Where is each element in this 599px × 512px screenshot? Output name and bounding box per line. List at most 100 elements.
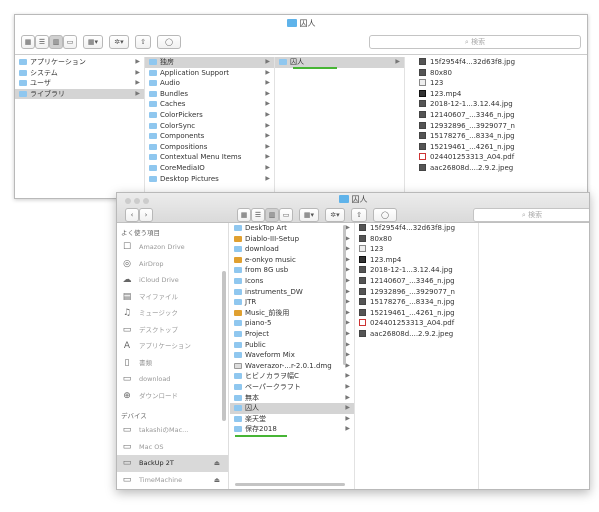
sidebar-item[interactable]: ▤ マイファイル (117, 289, 228, 306)
list-item[interactable]: Diablo-III-Setup ▶ (230, 234, 354, 245)
list-item[interactable]: piano-5 ▶ (230, 318, 354, 329)
file-item[interactable]: 12140607_...3346_n.jpg (355, 276, 478, 287)
list-view-button[interactable]: ☰ (35, 35, 49, 49)
list-item[interactable]: ライブラリ ▶ (15, 88, 144, 100)
list-item[interactable]: ヒビノカラヲ幅C ▶ (230, 371, 354, 382)
list-item[interactable]: Components ▶ (145, 131, 274, 142)
finder-window-back[interactable]: 囚人 ▦ ☰ ▥ ▭ ▦▾ ✲▾ ⇧ ◯ ⌕ 検索 アプリケーション ▶ システム ▶… (14, 14, 588, 199)
sidebar-item[interactable]: ▭ download (117, 371, 228, 388)
list-item[interactable]: ユーザ ▶ (15, 78, 144, 89)
list-item[interactable]: DeskTop Art ▶ (230, 223, 354, 234)
list-item[interactable]: 囚人 ▶ (275, 57, 404, 68)
sidebar-scrollbar[interactable] (222, 271, 226, 421)
share-icon[interactable]: ⇧ (135, 35, 151, 49)
file-item[interactable]: aac26808d....2.9.2.jpeg (415, 163, 587, 174)
file-item[interactable]: 024401253313_A04.pdf (355, 318, 478, 329)
sidebar-item[interactable]: ▭ takashiのMac... (117, 422, 228, 439)
list-item[interactable]: 保存2018 ▶ (230, 424, 354, 435)
back-button[interactable]: ‹ (125, 208, 139, 222)
list-item[interactable]: Application Support ▶ (145, 68, 274, 79)
file-item[interactable]: 123 (355, 244, 478, 255)
list-item[interactable]: download ▶ (230, 244, 354, 255)
list-item[interactable]: JTR ▶ (230, 297, 354, 308)
list-item[interactable]: Bundles ▶ (145, 89, 274, 100)
list-item[interactable]: 囚人 ▶ (230, 403, 354, 414)
list-item[interactable]: CoreMediaIO ▶ (145, 163, 274, 174)
list-item[interactable]: Caches ▶ (145, 99, 274, 110)
eject-icon[interactable]: ⏏ (214, 455, 220, 472)
icon-view-button[interactable]: ▦ (237, 208, 251, 222)
finder-window-front[interactable]: 囚人 ‹ › ▦ ☰ ▥ ▭ ▦▾ ✲▾ ⇧ ◯ ⌕ 検索 よく使う項目 ☐ Am… (116, 192, 590, 490)
file-item[interactable]: aac26808d....2.9.2.jpeg (355, 329, 478, 340)
sidebar-item[interactable]: ▭ BackUp 2T ⏏ (117, 455, 228, 472)
list-view-button[interactable]: ☰ (251, 208, 265, 222)
list-item[interactable]: Project ▶ (230, 329, 354, 340)
sidebar-item[interactable]: ⊕ ダウンロード (117, 388, 228, 405)
list-item[interactable]: システム ▶ (15, 68, 144, 79)
sidebar-item[interactable]: ☁ iCloud Drive (117, 272, 228, 289)
list-item[interactable]: Waverazor-...r-2.0.1.dmg ▶ (230, 361, 354, 372)
search-input[interactable]: ⌕ 検索 (473, 208, 589, 222)
tag-button[interactable]: ◯ (157, 35, 181, 49)
file-item[interactable]: 15178276_...8334_n.jpg (415, 131, 587, 142)
forward-button[interactable]: › (139, 208, 153, 222)
list-item[interactable]: Waveform Mix ▶ (230, 350, 354, 361)
sidebar-item[interactable]: ♫ ミュージック (117, 305, 228, 322)
list-item[interactable]: e-onkyo music ▶ (230, 255, 354, 266)
file-item[interactable]: 80x80 (355, 234, 478, 245)
list-item[interactable]: ペーパークラフト ▶ (230, 382, 354, 393)
file-item[interactable]: 15f2954f4...32d63f8.jpg (415, 57, 587, 68)
file-item[interactable]: 15178276_...8334_n.jpg (355, 297, 478, 308)
list-item[interactable]: アプリケーション ▶ (15, 57, 144, 68)
file-item[interactable]: 123.mp4 (415, 89, 587, 100)
horizontal-scrollbar[interactable] (235, 483, 345, 486)
file-item[interactable]: 12932896_...3929077_n (415, 121, 587, 132)
icon-view-button[interactable]: ▦ (21, 35, 35, 49)
file-item[interactable]: 15219461_...4261_n.jpg (355, 308, 478, 319)
file-item[interactable]: 2018-12-1...3.12.44.jpg (415, 99, 587, 110)
group-button[interactable]: ▦▾ (83, 35, 103, 49)
file-item[interactable]: 2018-12-1...3.12.44.jpg (355, 265, 478, 276)
file-item[interactable]: 123.mp4 (355, 255, 478, 266)
eject-icon[interactable]: ⏏ (214, 472, 220, 489)
list-item[interactable]: 無本 ▶ (230, 393, 354, 404)
sidebar-item[interactable]: ▭ デスクトップ (117, 322, 228, 339)
sidebar-item[interactable]: A アプリケーション (117, 338, 228, 355)
group-button[interactable]: ▦▾ (299, 208, 319, 222)
tag-button[interactable]: ◯ (373, 208, 397, 222)
sidebar-item[interactable]: ▯ 書類 (117, 355, 228, 372)
file-item[interactable]: 80x80 (415, 68, 587, 79)
gear-icon[interactable]: ✲▾ (109, 35, 129, 49)
share-icon[interactable]: ⇧ (351, 208, 367, 222)
list-item[interactable]: instruments_DW ▶ (230, 287, 354, 298)
gallery-view-button[interactable]: ▭ (279, 208, 293, 222)
list-item[interactable]: Compositions ▶ (145, 142, 274, 153)
search-input[interactable]: ⌕ 検索 (369, 35, 581, 49)
list-item[interactable]: Desktop Pictures ▶ (145, 174, 274, 185)
sidebar-item[interactable]: ▭ TimeMachine ⏏ (117, 472, 228, 489)
sidebar-item[interactable]: ◎ AirDrop (117, 256, 228, 273)
column-scrollbar[interactable] (343, 225, 346, 365)
list-item[interactable]: Audio ▶ (145, 78, 274, 89)
gallery-view-button[interactable]: ▭ (63, 35, 77, 49)
sidebar-item[interactable]: ☐ Amazon Drive (117, 239, 228, 256)
gear-icon[interactable]: ✲▾ (325, 208, 345, 222)
file-item[interactable]: 123 (415, 78, 587, 89)
file-item[interactable]: 12140607_...3346_n.jpg (415, 110, 587, 121)
file-item[interactable]: 12932896_...3929077_n (355, 287, 478, 298)
list-item[interactable]: Contextual Menu Items ▶ (145, 152, 274, 163)
column-view-button[interactable]: ▥ (49, 35, 63, 49)
list-item[interactable]: 独房 ▶ (145, 57, 274, 68)
file-item[interactable]: 15f2954f4...32d63f8.jpg (355, 223, 478, 234)
column-view-button[interactable]: ▥ (265, 208, 279, 222)
list-item[interactable]: Icons ▶ (230, 276, 354, 287)
file-item[interactable]: 15219461_...4261_n.jpg (415, 142, 587, 153)
list-item[interactable]: Public ▶ (230, 340, 354, 351)
list-item[interactable]: ColorPickers ▶ (145, 110, 274, 121)
sidebar-item[interactable]: ▭ Mac OS (117, 439, 228, 456)
list-item[interactable]: 楽天堂 ▶ (230, 414, 354, 425)
list-item[interactable]: ColorSync ▶ (145, 121, 274, 132)
list-item[interactable]: from 8G usb ▶ (230, 265, 354, 276)
file-item[interactable]: 024401253313_A04.pdf (415, 152, 587, 163)
list-item[interactable]: Music_前後用 ▶ (230, 308, 354, 319)
